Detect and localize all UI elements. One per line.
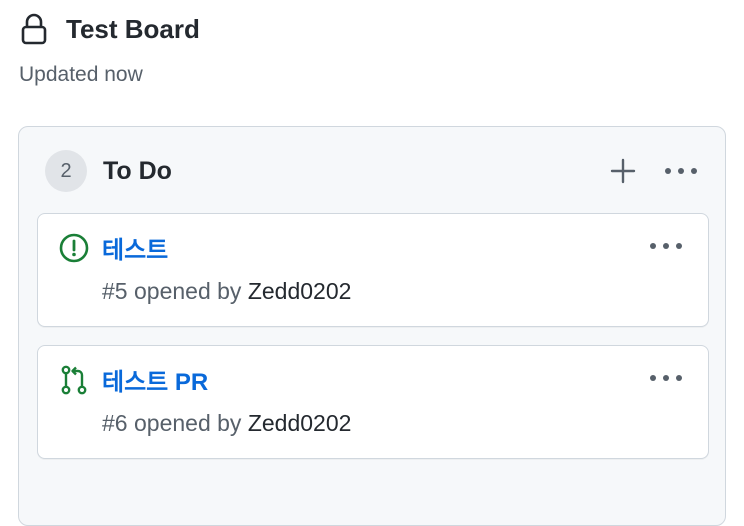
kebab-icon [650,243,682,249]
card-more-button[interactable] [646,358,686,398]
card-opened-by: opened by [133,410,242,436]
card-opened-by: opened by [133,278,242,304]
lock-icon [20,12,48,46]
card-title-link[interactable]: 테스트 [102,230,168,265]
card-meta: #6 opened by Zedd0202 [102,410,351,437]
card-title-link[interactable]: 테스트 PR [102,362,208,397]
card-author[interactable]: Zedd0202 [248,278,352,304]
card-meta: #5 opened by Zedd0202 [102,278,351,305]
card-more-button[interactable] [646,226,686,266]
column-header: 2 To Do [45,150,701,192]
kebab-icon [665,168,697,174]
add-card-button[interactable] [603,151,643,191]
pull-request-icon [58,364,90,396]
card-issue[interactable]: 테스트 #5 opened by Zedd0202 [37,213,709,327]
card-author[interactable]: Zedd0202 [248,410,352,436]
board-updated-status: Updated now [19,63,143,86]
board-header: Test Board [20,12,200,46]
issue-opened-icon [58,232,90,264]
column-todo: 2 To Do 테스트 #5 opened by Zedd0202 테스트 PR… [18,126,726,526]
column-title: To Do [103,156,172,185]
board-title: Test Board [66,13,200,44]
column-count-badge: 2 [45,150,87,192]
card-number: #5 [102,278,128,304]
plus-icon [610,158,636,184]
card-number: #6 [102,410,128,436]
kebab-icon [650,375,682,381]
card-pull-request[interactable]: 테스트 PR #6 opened by Zedd0202 [37,345,709,459]
column-more-button[interactable] [661,151,701,191]
